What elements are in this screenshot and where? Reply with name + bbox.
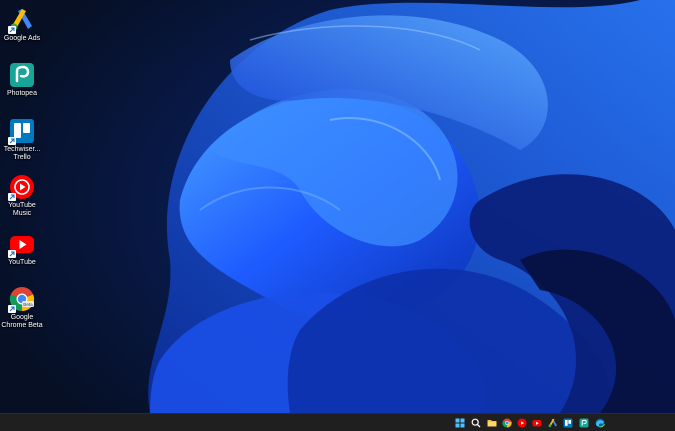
- beta-badge: Beta: [23, 302, 33, 307]
- photopea-icon: [10, 63, 34, 87]
- taskbar-youtube-music[interactable]: [516, 417, 528, 429]
- trello-icon: [563, 418, 573, 428]
- edge-icon: [595, 418, 605, 428]
- taskbar-trello[interactable]: [562, 417, 574, 429]
- taskbar-youtube[interactable]: [531, 417, 543, 429]
- desktop-icon-label: Photopea: [7, 90, 37, 97]
- taskbar-search-button[interactable]: [470, 417, 482, 429]
- taskbar-chrome[interactable]: [501, 417, 513, 429]
- desktop-icon-label: Google Chrome Beta: [1, 314, 43, 329]
- desktop-icon-label: Google Ads: [3, 35, 41, 42]
- taskbar-edge[interactable]: [594, 417, 606, 429]
- chrome-icon: [502, 418, 512, 428]
- desktop-shortcut-trello[interactable]: Techwiser... Trello: [0, 118, 44, 162]
- taskbar-google-ads[interactable]: [547, 417, 559, 429]
- shortcut-arrow-icon: [8, 193, 16, 201]
- desktop-shortcut-google-ads[interactable]: Google Ads: [0, 7, 44, 43]
- desktop-shortcut-youtube-music[interactable]: YouTube Music: [0, 174, 44, 218]
- shortcut-arrow-icon: [8, 26, 16, 34]
- desktop-icon-label: YouTube: [8, 259, 36, 266]
- shortcut-arrow-icon: [8, 137, 16, 145]
- taskbar-file-explorer[interactable]: [486, 417, 498, 429]
- desktop-shortcut-youtube[interactable]: YouTube: [0, 231, 44, 267]
- photopea-icon: [579, 418, 589, 428]
- google-ads-icon: [548, 418, 557, 428]
- desktop: Google Ads Photopea Techwiser... Trello …: [0, 0, 675, 431]
- desktop-shortcut-chrome-beta[interactable]: Beta Google Chrome Beta: [0, 286, 44, 330]
- start-button[interactable]: [454, 417, 466, 429]
- shortcut-arrow-icon: [8, 250, 16, 258]
- search-icon: [471, 418, 481, 428]
- taskbar-photopea[interactable]: [578, 417, 590, 429]
- youtube-music-icon: [517, 418, 527, 428]
- desktop-icon-label: YouTube Music: [8, 202, 36, 217]
- taskbar: [0, 413, 675, 431]
- desktop-shortcut-photopea[interactable]: Photopea: [0, 62, 44, 98]
- file-explorer-icon: [487, 420, 497, 427]
- shortcut-arrow-icon: [8, 305, 16, 313]
- youtube-icon: [532, 420, 542, 427]
- wallpaper-bloom: [0, 0, 675, 413]
- desktop-icon-label: Techwiser... Trello: [3, 146, 41, 161]
- start-icon: [455, 418, 465, 428]
